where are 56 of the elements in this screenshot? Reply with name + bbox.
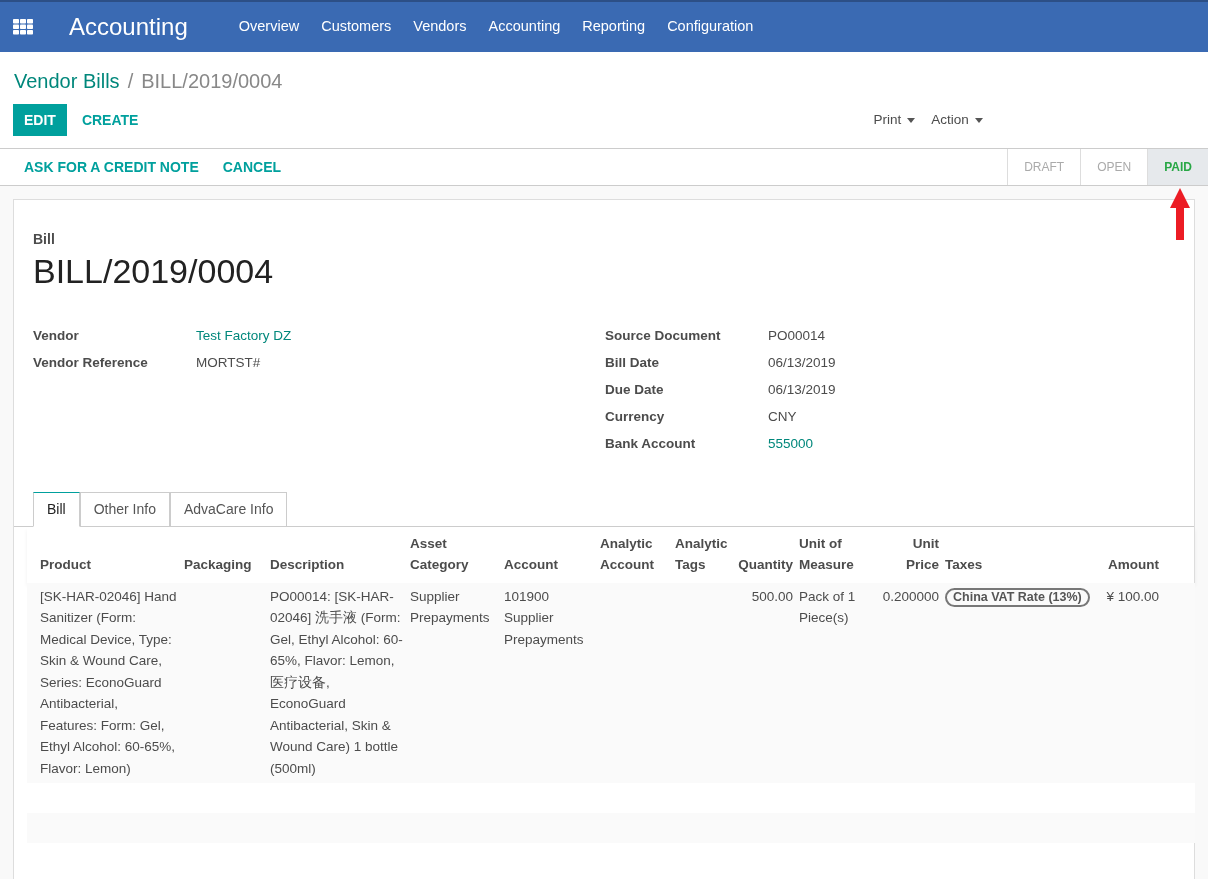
field-value[interactable]: Test Factory DZ — [196, 325, 292, 347]
column-header[interactable]: Amount — [1095, 526, 1165, 583]
form-tab[interactable]: AdvaCare Info — [169, 491, 288, 527]
field-value: PO00014 — [768, 326, 826, 345]
apps-grid-icon[interactable] — [13, 19, 33, 35]
table-cell: ¥ 100.00 — [1106, 588, 1159, 604]
table-cell: [SK-HAR-02046] Hand Sanitizer (Form: Medical Device, Type: Skin & Wound Care, Series: EconoGuard Antibacterial, Features: Form: Gel, Ethyl Alcohol: 60-65%, Flavor: Lemon) — [40, 588, 177, 776]
field-label: Due Date — [605, 380, 665, 399]
column-header[interactable]: Taxes — [945, 526, 1095, 583]
field-value: MORTST# — [196, 353, 261, 372]
nav-menu-item[interactable]: Configuration — [667, 16, 754, 38]
column-header[interactable]: Unit Price — [877, 526, 945, 583]
table-cell: 101900 Supplier Prepayments — [504, 588, 584, 647]
form-tab[interactable]: Bill — [33, 491, 80, 527]
column-header[interactable]: Analytic Tags — [675, 526, 735, 583]
column-header[interactable]: Asset Category — [410, 526, 504, 583]
column-header[interactable]: Unit of Measure — [799, 526, 877, 583]
nav-menu-item[interactable]: Reporting — [582, 16, 646, 38]
column-header[interactable]: Account — [504, 526, 600, 583]
field-label: Bank Account — [605, 434, 697, 453]
field-label: Source Document — [605, 326, 722, 345]
field-label: Currency — [605, 407, 666, 426]
field-value: 06/13/2019 — [768, 353, 836, 372]
field-label: Vendor Reference — [33, 353, 149, 372]
up-arrow-icon — [1170, 188, 1190, 240]
column-header[interactable]: Analytic Account — [600, 526, 675, 583]
table-cell: Supplier Prepayments — [410, 588, 490, 625]
app-title: Accounting — [69, 12, 188, 42]
document-type-label: Bill — [33, 230, 56, 249]
column-header[interactable]: Quantity — [735, 526, 799, 583]
nav-menu-item[interactable]: Overview — [238, 16, 300, 38]
field-label: Vendor — [33, 326, 80, 345]
table-cell: Pack of 1 Piece(s) — [799, 588, 856, 625]
table-cell: PO00014: [SK-HAR-02046] 洗手液 (Form: Gel, Ethyl Alcohol: 60-65%, Flavor: Lemon, 医疗设备, EconoGuard Antibacterial, Skin & Wound Care) 1 bottle (500ml) — [270, 588, 403, 776]
column-header[interactable]: Product — [40, 526, 184, 583]
breadcrumb-current: BILL/2019/0004 — [141, 69, 283, 94]
column-header[interactable]: Description — [270, 526, 410, 583]
field-label: Bill Date — [605, 353, 660, 372]
action-dropdown[interactable]: Action — [931, 109, 983, 131]
document-title: BILL/2019/0004 — [33, 251, 275, 292]
column-header[interactable]: Packaging — [184, 526, 270, 583]
caret-icon — [907, 117, 916, 123]
breadcrumb-separator: / — [127, 69, 134, 94]
breadcrumb-link[interactable]: Vendor Bills — [14, 66, 120, 96]
print-dropdown[interactable]: Print — [873, 109, 916, 131]
nav-menu-item[interactable]: Vendors — [413, 16, 467, 38]
field-value: CNY — [768, 407, 797, 426]
table-cell: 0.200000 — [882, 588, 939, 604]
form-tab[interactable]: Other Info — [79, 491, 170, 527]
table-cell: 500.00 — [751, 588, 793, 604]
field-value[interactable]: 555000 — [768, 433, 814, 455]
field-value: 06/13/2019 — [768, 380, 836, 399]
nav-menu-item[interactable]: Accounting — [488, 16, 561, 38]
tax-tag: China VAT Rate (13%) — [945, 587, 1090, 607]
nav-menu-item[interactable]: Customers — [321, 16, 392, 38]
caret-icon — [974, 117, 983, 123]
